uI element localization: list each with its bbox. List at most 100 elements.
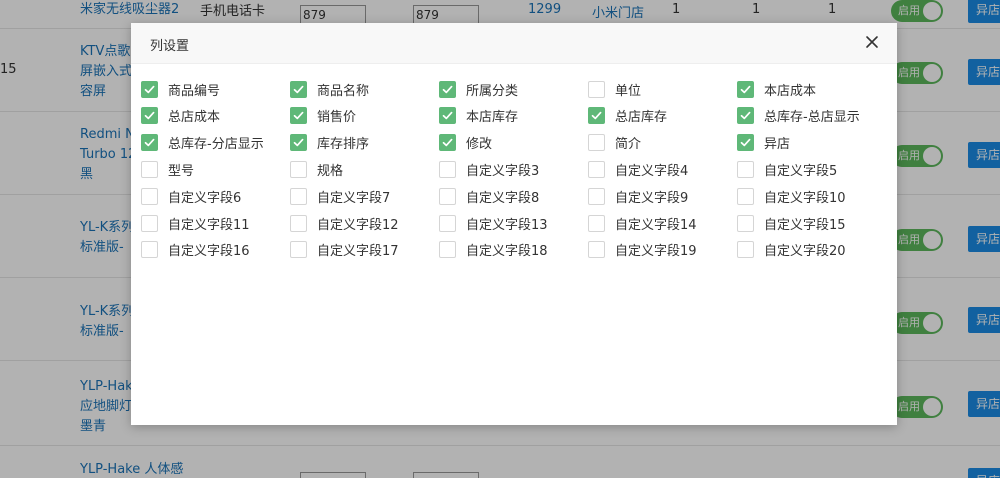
column-option[interactable]: 总店库存 <box>588 106 667 126</box>
column-option[interactable]: 自定义字段3 <box>439 159 539 179</box>
column-option-label: 自定义字段13 <box>466 217 548 233</box>
checkbox-unchecked[interactable] <box>588 80 605 98</box>
column-option[interactable]: 自定义字段16 <box>141 240 250 260</box>
column-option[interactable]: 自定义字段15 <box>737 213 846 233</box>
column-option[interactable]: 自定义字段17 <box>290 240 399 260</box>
column-option[interactable]: 规格 <box>290 159 343 179</box>
checkbox-unchecked[interactable] <box>588 214 605 232</box>
column-option[interactable]: 自定义字段14 <box>588 213 697 233</box>
checkmark-icon <box>442 138 453 147</box>
checkbox-unchecked[interactable] <box>439 214 456 232</box>
close-icon <box>866 36 878 48</box>
checkbox-checked[interactable] <box>290 107 307 125</box>
column-option[interactable]: 商品名称 <box>290 79 369 99</box>
column-option[interactable]: 自定义字段12 <box>290 213 399 233</box>
column-option-label: 自定义字段7 <box>317 190 391 206</box>
column-option[interactable]: 自定义字段11 <box>141 213 250 233</box>
checkbox-unchecked[interactable] <box>141 187 158 205</box>
column-option[interactable]: 自定义字段8 <box>439 186 539 206</box>
column-option[interactable]: 总店成本 <box>141 106 220 126</box>
column-option[interactable]: 商品编号 <box>141 79 220 99</box>
checkbox-unchecked[interactable] <box>141 214 158 232</box>
column-option[interactable]: 自定义字段4 <box>588 159 688 179</box>
column-option-label: 修改 <box>466 137 493 153</box>
column-option-label: 自定义字段19 <box>615 244 697 260</box>
checkmark-icon <box>442 85 453 93</box>
checkmark-icon <box>740 112 751 120</box>
column-option[interactable]: 自定义字段20 <box>737 240 846 260</box>
checkbox-unchecked[interactable] <box>290 187 307 205</box>
checkbox-unchecked[interactable] <box>141 160 158 178</box>
checkmark-icon <box>293 112 304 120</box>
column-option[interactable]: 自定义字段5 <box>737 159 837 179</box>
column-option-label: 自定义字段8 <box>466 190 540 206</box>
column-option-label: 所属分类 <box>466 83 519 99</box>
checkbox-unchecked[interactable] <box>737 187 754 205</box>
column-option[interactable]: 库存排序 <box>290 133 369 153</box>
column-option-label: 本店库存 <box>466 110 519 126</box>
checkbox-checked[interactable] <box>588 107 605 125</box>
column-option-label: 自定义字段12 <box>317 217 399 233</box>
column-option[interactable]: 总库存-总店显示 <box>737 106 860 126</box>
checkbox-unchecked[interactable] <box>439 160 456 178</box>
column-option[interactable]: 本店成本 <box>737 79 816 99</box>
checkbox-unchecked[interactable] <box>737 241 754 259</box>
close-button[interactable] <box>863 33 881 51</box>
checkbox-unchecked[interactable] <box>290 241 307 259</box>
column-option-label: 自定义字段15 <box>764 217 846 233</box>
checkbox-unchecked[interactable] <box>588 187 605 205</box>
checkbox-unchecked[interactable] <box>439 187 456 205</box>
column-option-label: 总店库存 <box>615 110 668 126</box>
column-option-label: 自定义字段9 <box>615 190 689 206</box>
checkbox-unchecked[interactable] <box>588 134 605 152</box>
checkbox-unchecked[interactable] <box>290 160 307 178</box>
checkbox-unchecked[interactable] <box>588 241 605 259</box>
column-option[interactable]: 自定义字段7 <box>290 186 390 206</box>
checkbox-unchecked[interactable] <box>737 214 754 232</box>
column-option-label: 自定义字段10 <box>764 190 846 206</box>
checkbox-checked[interactable] <box>141 80 158 98</box>
column-option[interactable]: 自定义字段19 <box>588 240 697 260</box>
column-option[interactable]: 单位 <box>588 79 641 99</box>
column-option[interactable]: 本店库存 <box>439 106 518 126</box>
checkmark-icon <box>591 112 602 120</box>
checkbox-checked[interactable] <box>290 80 307 98</box>
column-option[interactable]: 自定义字段6 <box>141 186 241 206</box>
column-option-label: 自定义字段11 <box>168 217 250 233</box>
checkbox-checked[interactable] <box>141 107 158 125</box>
column-option-label: 单位 <box>615 83 642 99</box>
column-option[interactable]: 修改 <box>439 133 492 153</box>
checkbox-checked[interactable] <box>737 107 754 125</box>
checkbox-unchecked[interactable] <box>439 241 456 259</box>
column-option-label: 总店成本 <box>168 110 221 126</box>
column-option[interactable]: 自定义字段18 <box>439 240 548 260</box>
column-option-label: 总库存-总店显示 <box>764 110 860 126</box>
checkbox-unchecked[interactable] <box>588 160 605 178</box>
checkbox-checked[interactable] <box>439 80 456 98</box>
column-option-label: 自定义字段5 <box>764 163 838 179</box>
column-option[interactable]: 自定义字段13 <box>439 213 548 233</box>
checkbox-checked[interactable] <box>439 107 456 125</box>
column-option[interactable]: 型号 <box>141 159 194 179</box>
checkbox-checked[interactable] <box>737 134 754 152</box>
column-option[interactable]: 自定义字段9 <box>588 186 688 206</box>
checkbox-checked[interactable] <box>439 134 456 152</box>
checkbox-checked[interactable] <box>290 134 307 152</box>
column-option-label: 商品名称 <box>317 83 370 99</box>
column-option-label: 库存排序 <box>317 137 370 153</box>
column-option[interactable]: 所属分类 <box>439 79 518 99</box>
column-option-label: 自定义字段20 <box>764 244 846 260</box>
column-option[interactable]: 异店 <box>737 133 790 153</box>
checkmark-icon <box>144 85 155 93</box>
checkbox-checked[interactable] <box>141 134 158 152</box>
column-option[interactable]: 简介 <box>588 133 641 153</box>
checkbox-checked[interactable] <box>737 80 754 98</box>
checkbox-unchecked[interactable] <box>141 241 158 259</box>
column-option[interactable]: 销售价 <box>290 106 356 126</box>
column-option-label: 自定义字段6 <box>168 190 242 206</box>
column-option[interactable]: 总库存-分店显示 <box>141 133 264 153</box>
column-option[interactable]: 自定义字段10 <box>737 186 846 206</box>
column-option-label: 规格 <box>317 163 344 179</box>
checkbox-unchecked[interactable] <box>290 214 307 232</box>
checkbox-unchecked[interactable] <box>737 160 754 178</box>
